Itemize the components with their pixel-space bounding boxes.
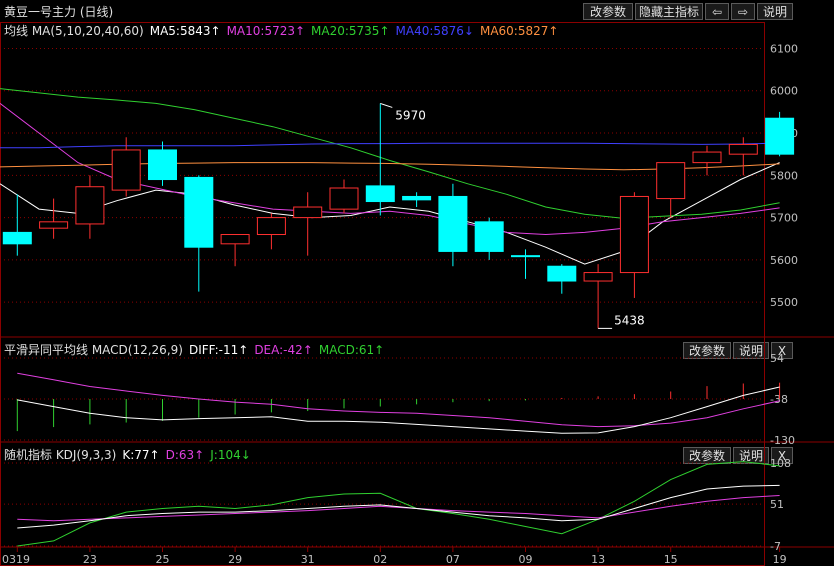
candle-down [765, 117, 795, 155]
high-marker-line [380, 102, 393, 108]
candle-up [619, 195, 649, 274]
x-tick-label: 23 [83, 553, 97, 566]
candle-up [220, 234, 250, 245]
candle-up [329, 187, 359, 210]
x-tick-label: 19 [773, 553, 787, 566]
chart-canvas[interactable]: 610060005900580057005600550054-38-130108… [0, 0, 834, 566]
macd-tick-label: -130 [770, 434, 795, 447]
candle-down [438, 195, 468, 252]
price-tick-label: 5700 [770, 212, 798, 225]
candle-up [692, 151, 722, 164]
candle-up [583, 272, 613, 282]
ma40-line [0, 142, 780, 149]
macd-tick-label: 54 [770, 352, 784, 365]
candle-down [547, 265, 577, 282]
candle-down [2, 231, 32, 245]
candle-up [111, 149, 141, 191]
candle-down [184, 176, 214, 248]
x-tick-label: 02 [373, 553, 387, 566]
price-tick-label: 5500 [770, 296, 798, 309]
candle-down [365, 185, 395, 203]
x-tick-label: 31 [301, 553, 315, 566]
x-tick-label: 09 [519, 553, 533, 566]
candle-up [293, 206, 323, 219]
j-line [17, 461, 780, 547]
macd-tick-label: -38 [770, 393, 788, 406]
kdj-tick-label: 108 [770, 457, 791, 470]
candle-down [474, 221, 504, 252]
low-price-label: 5438 [614, 313, 645, 327]
candle-down [511, 255, 540, 258]
price-tick-label: 6000 [770, 85, 798, 98]
x-tick-label: 0319 [2, 553, 30, 566]
price-tick-label: 5800 [770, 169, 798, 182]
candle-down [148, 149, 177, 181]
x-tick-label: 13 [591, 553, 605, 566]
price-tick-label: 6100 [770, 42, 798, 55]
candle-up [75, 186, 105, 225]
x-tick-label: 25 [156, 553, 170, 566]
candle-up [256, 217, 286, 236]
kdj-tick-label: 51 [770, 498, 784, 511]
candle-up [39, 221, 69, 229]
candle-up [656, 162, 686, 200]
candle-up [728, 143, 758, 155]
x-tick-label: 29 [228, 553, 242, 566]
candle-down [402, 195, 432, 201]
price-tick-label: 5600 [770, 254, 798, 267]
x-tick-label: 15 [664, 553, 678, 566]
diff-line [17, 386, 780, 434]
high-price-label: 5970 [395, 108, 426, 122]
x-tick-label: 07 [446, 553, 460, 566]
